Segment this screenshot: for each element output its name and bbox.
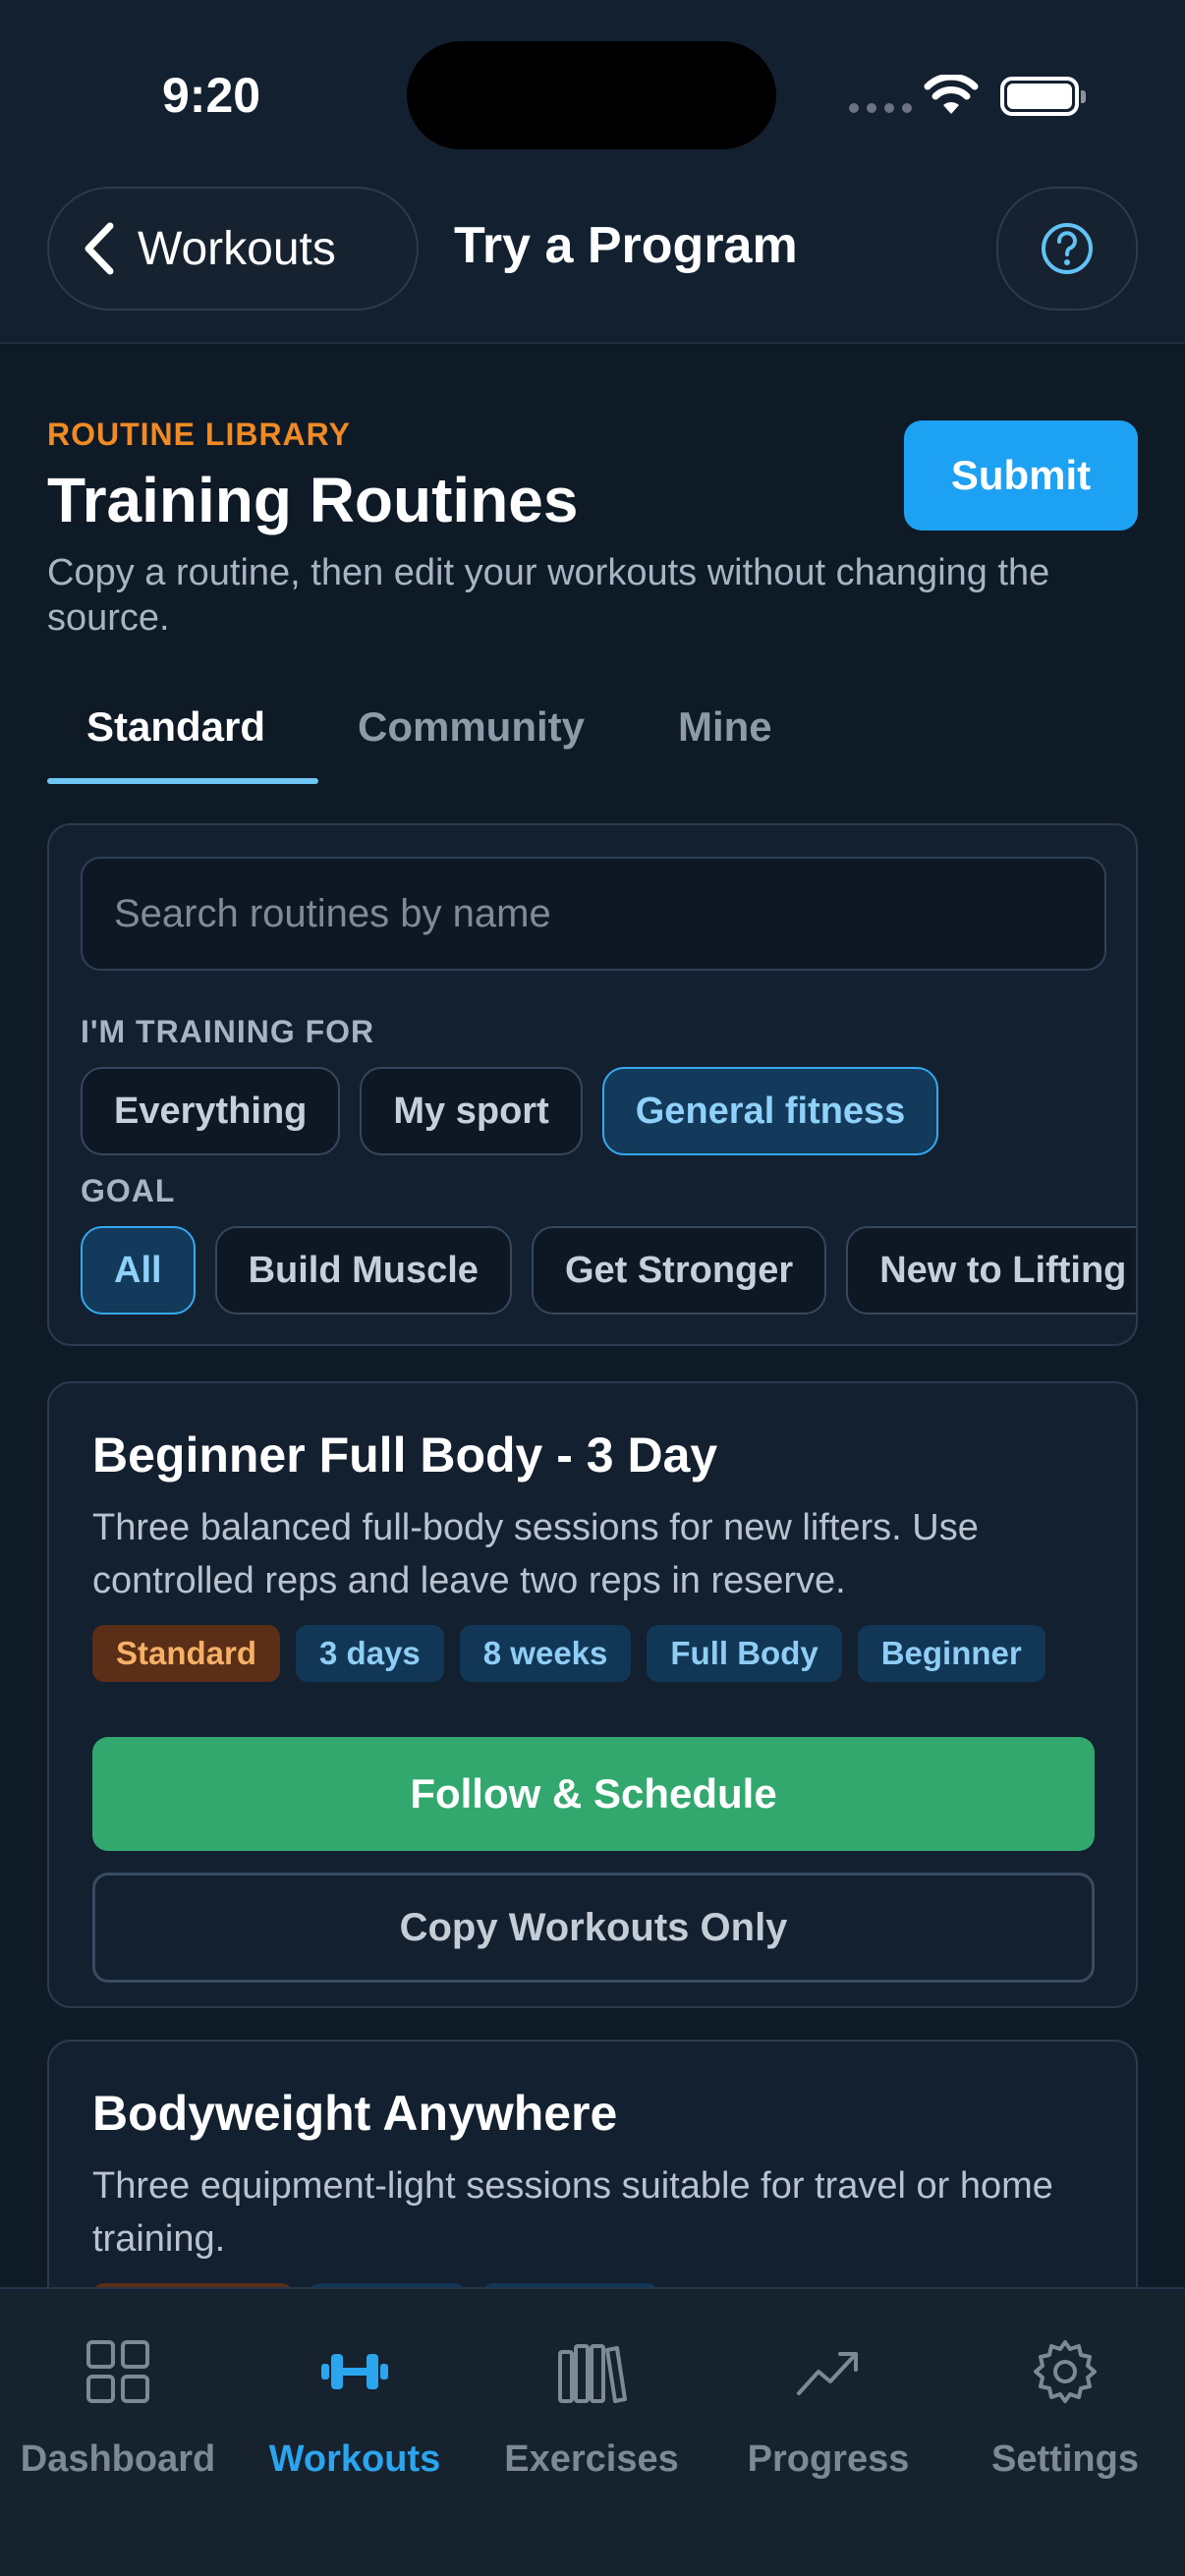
tab-label: Exercises bbox=[504, 2438, 679, 2480]
trend-icon bbox=[797, 2352, 858, 2395]
bottom-tab-bar: Dashboard Workouts Exercises Progress Se… bbox=[0, 2287, 1185, 2576]
tab-community[interactable]: Community bbox=[358, 703, 585, 751]
badge-weeks: 8 weeks bbox=[459, 1625, 632, 1682]
submit-button[interactable]: Submit bbox=[904, 420, 1138, 531]
active-tab-indicator bbox=[47, 778, 318, 784]
chip-general-fitness[interactable]: General fitness bbox=[601, 1067, 939, 1155]
chip-new-to-lifting[interactable]: New to Lifting bbox=[846, 1226, 1136, 1315]
dashboard-icon bbox=[86, 2340, 149, 2403]
badge-split: Full Body bbox=[647, 1625, 842, 1682]
help-button[interactable] bbox=[996, 187, 1138, 310]
chevron-left-icon bbox=[85, 222, 114, 275]
badge-days: 3 days bbox=[296, 1625, 444, 1682]
chip-all[interactable]: All bbox=[81, 1226, 196, 1315]
battery-icon bbox=[1000, 77, 1086, 116]
tab-mine[interactable]: Mine bbox=[678, 703, 772, 751]
cellular-signal-icon bbox=[849, 103, 912, 113]
tab-label: Settings bbox=[991, 2438, 1139, 2480]
tab-dashboard[interactable]: Dashboard bbox=[0, 2338, 236, 2481]
copy-workouts-button[interactable]: Copy Workouts Only bbox=[92, 1873, 1095, 1983]
tab-standard[interactable]: Standard bbox=[86, 703, 265, 751]
routine-description: Three equipment-light sessions suitable … bbox=[92, 2165, 1053, 2260]
status-time: 9:20 bbox=[162, 68, 261, 123]
section-eyebrow: ROUTINE LIBRARY bbox=[47, 417, 351, 452]
wifi-icon bbox=[924, 75, 979, 114]
back-button-label: Workouts bbox=[138, 222, 336, 275]
goal-chips: All Build Muscle Get Stronger New to Lif… bbox=[81, 1226, 1136, 1315]
tab-settings[interactable]: Settings bbox=[947, 2338, 1183, 2481]
nav-title: Try a Program bbox=[454, 217, 798, 274]
routine-description: Three balanced full-body sessions for ne… bbox=[92, 1507, 979, 1601]
dynamic-island bbox=[407, 41, 776, 149]
gear-icon bbox=[1034, 2340, 1097, 2403]
chip-get-stronger[interactable]: Get Stronger bbox=[531, 1226, 827, 1315]
chip-everything[interactable]: Everything bbox=[81, 1067, 341, 1155]
tab-exercises[interactable]: Exercises bbox=[474, 2338, 709, 2481]
tab-label: Dashboard bbox=[20, 2438, 216, 2480]
filter-card: I'M TRAINING FOR Everything My sport Gen… bbox=[47, 823, 1138, 1346]
status-bar: 9:20 bbox=[0, 0, 1185, 187]
tab-workouts[interactable]: Workouts bbox=[237, 2338, 473, 2481]
routine-card: Beginner Full Body - 3 Day Three balance… bbox=[47, 1381, 1138, 2008]
tab-label: Progress bbox=[747, 2438, 910, 2480]
follow-schedule-button[interactable]: Follow & Schedule bbox=[92, 1737, 1095, 1851]
back-button[interactable]: Workouts bbox=[47, 187, 419, 310]
routine-tabs: Standard Community Mine bbox=[47, 688, 1138, 786]
tab-label: Workouts bbox=[268, 2438, 441, 2480]
goal-label: GOAL bbox=[81, 1173, 176, 1208]
badge-source: Standard bbox=[92, 1625, 281, 1682]
page-subtitle: Copy a routine, then edit your workouts … bbox=[47, 552, 1050, 639]
training-for-label: I'M TRAINING FOR bbox=[81, 1014, 375, 1049]
chip-my-sport[interactable]: My sport bbox=[360, 1067, 583, 1155]
dumbbell-icon bbox=[321, 2354, 388, 2389]
page-title: Training Routines bbox=[47, 465, 579, 535]
routine-title: Beginner Full Body - 3 Day bbox=[92, 1428, 718, 1483]
chip-build-muscle[interactable]: Build Muscle bbox=[214, 1226, 512, 1315]
library-icon bbox=[558, 2344, 627, 2403]
tab-progress[interactable]: Progress bbox=[710, 2338, 946, 2481]
routine-title: Bodyweight Anywhere bbox=[92, 2086, 618, 2141]
question-icon bbox=[1042, 223, 1093, 274]
routine-badges: Standard 3 days 8 weeks Full Body Beginn… bbox=[92, 1625, 1045, 1682]
training-for-chips: Everything My sport General fitness bbox=[81, 1067, 939, 1155]
navigation-bar: Workouts Try a Program bbox=[0, 187, 1185, 344]
badge-level: Beginner bbox=[857, 1625, 1045, 1682]
search-input[interactable] bbox=[81, 857, 1106, 971]
